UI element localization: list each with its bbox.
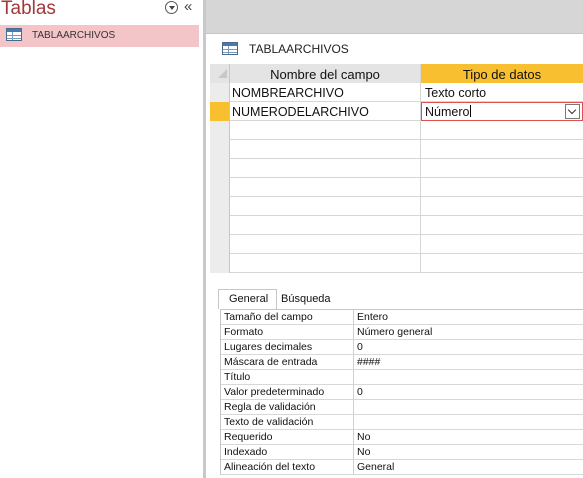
row-selector[interactable] [210, 159, 230, 178]
row-selector[interactable] [210, 83, 230, 102]
document-tab-bar [206, 0, 583, 33]
property-value[interactable] [354, 370, 583, 385]
column-header-field-name: Nombre del campo [230, 64, 421, 83]
data-type-cell[interactable] [421, 197, 583, 216]
field-name-cell[interactable] [230, 216, 421, 235]
data-type-cell[interactable] [421, 121, 583, 140]
property-label: Requerido [220, 430, 354, 445]
property-value[interactable]: No [354, 445, 583, 460]
table-icon [6, 28, 22, 41]
data-type-dropdown[interactable]: Número [421, 102, 583, 121]
row-selector[interactable] [210, 140, 230, 159]
row-selector-current[interactable] [210, 102, 230, 121]
tab-general[interactable]: General [218, 289, 277, 309]
field-name-cell[interactable] [230, 235, 421, 254]
dropdown-circle-icon[interactable] [165, 1, 178, 14]
property-row-validation-rule: Regla de validación [220, 400, 583, 415]
empty-row [210, 254, 583, 273]
data-type-cell[interactable] [421, 178, 583, 197]
access-window: Tablas « TABLAARCHIVOS TABLAARCHIVOS Nom… [0, 0, 583, 478]
property-label: Indexado [220, 445, 354, 460]
document-title: TABLAARCHIVOS [249, 42, 349, 56]
field-name-cell[interactable] [230, 159, 421, 178]
property-value[interactable]: General [354, 460, 583, 475]
field-name-cell[interactable] [230, 140, 421, 159]
text-cursor [470, 105, 472, 117]
data-type-cell[interactable] [421, 235, 583, 254]
field-name-cell[interactable] [230, 197, 421, 216]
field-name-cell[interactable] [230, 254, 421, 273]
property-value[interactable]: 0 [354, 340, 583, 355]
property-row-input-mask: Máscara de entrada #### [220, 355, 583, 370]
nav-item-tablaarchivos[interactable]: TABLAARCHIVOS [0, 25, 199, 47]
data-type-value: Número [425, 105, 470, 119]
row-selector[interactable] [210, 254, 230, 273]
grid-header-row: Nombre del campo Tipo de datos [210, 64, 583, 83]
property-value[interactable]: Entero [354, 310, 583, 325]
table-row: NOMBREARCHIVO Texto corto [210, 83, 583, 102]
field-properties-sheet: Tamaño del campo Entero Formato Número g… [220, 309, 583, 475]
empty-row [210, 159, 583, 178]
property-label: Tamaño del campo [220, 310, 354, 325]
table-design-view: TABLAARCHIVOS Nombre del campo Tipo de d… [206, 0, 583, 478]
navigation-pane: Tablas « TABLAARCHIVOS [0, 0, 203, 478]
property-label: Lugares decimales [220, 340, 354, 355]
data-type-cell[interactable] [421, 254, 583, 273]
property-value[interactable]: Número general [354, 325, 583, 340]
data-type-cell[interactable] [421, 159, 583, 178]
divider [206, 33, 583, 34]
property-row-default-value: Valor predeterminado 0 [220, 385, 583, 400]
property-label: Formato [220, 325, 354, 340]
property-label: Valor predeterminado [220, 385, 354, 400]
nav-pane-title: Tablas [1, 0, 56, 19]
row-selector[interactable] [210, 178, 230, 197]
property-row-decimal-places: Lugares decimales 0 [220, 340, 583, 355]
row-selector[interactable] [210, 197, 230, 216]
property-value[interactable] [354, 400, 583, 415]
empty-row [210, 197, 583, 216]
field-name-cell[interactable] [230, 121, 421, 140]
empty-row [210, 140, 583, 159]
property-value[interactable]: 0 [354, 385, 583, 400]
data-type-cell[interactable] [421, 140, 583, 159]
data-type-cell[interactable]: Texto corto [421, 83, 583, 102]
field-name-cell[interactable] [230, 178, 421, 197]
property-label: Máscara de entrada [220, 355, 354, 370]
table-row: NUMERODELARCHIVO Número [210, 102, 583, 121]
field-name-cell[interactable]: NOMBREARCHIVO [230, 83, 421, 102]
property-label: Regla de validación [220, 400, 354, 415]
empty-row [210, 216, 583, 235]
row-selector[interactable] [210, 216, 230, 235]
field-name-cell[interactable]: NUMERODELARCHIVO [230, 102, 421, 121]
collapse-pane-icon[interactable]: « [184, 0, 192, 15]
empty-row [210, 178, 583, 197]
select-all-corner[interactable] [210, 64, 230, 83]
table-icon [222, 42, 238, 55]
property-row-validation-text: Texto de validación [220, 415, 583, 430]
property-value[interactable] [354, 415, 583, 430]
property-label: Texto de validación [220, 415, 354, 430]
empty-row [210, 121, 583, 140]
property-value[interactable]: No [354, 430, 583, 445]
property-row-field-size: Tamaño del campo Entero [220, 310, 583, 325]
empty-row [210, 235, 583, 254]
property-label: Título [220, 370, 354, 385]
data-type-cell[interactable] [421, 216, 583, 235]
chevron-down-icon[interactable] [565, 104, 580, 119]
property-value[interactable]: #### [354, 355, 583, 370]
tab-lookup[interactable]: Búsqueda [277, 291, 337, 309]
property-row-required: Requerido No [220, 430, 583, 445]
property-row-indexed: Indexado No [220, 445, 583, 460]
property-label: Alineación del texto [220, 460, 354, 475]
row-selector[interactable] [210, 121, 230, 140]
property-row-format: Formato Número general [220, 325, 583, 340]
nav-item-label: TABLAARCHIVOS [32, 30, 116, 41]
row-selector[interactable] [210, 235, 230, 254]
property-row-text-align: Alineación del texto General [220, 460, 583, 475]
property-row-caption: Título [220, 370, 583, 385]
column-header-data-type: Tipo de datos [421, 64, 583, 83]
